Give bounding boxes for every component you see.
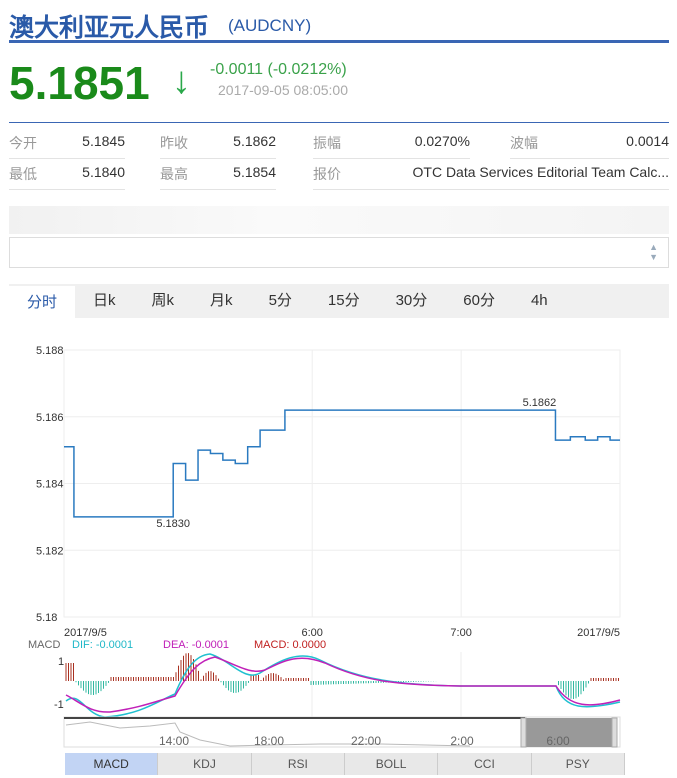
stat-value: 5.1840 (82, 164, 125, 180)
y-tick-label: 5.188 (36, 345, 64, 357)
title-divider (9, 40, 669, 43)
indicator-tab[interactable]: RSI (251, 753, 345, 775)
macd-tick: -1 (54, 699, 64, 711)
tab-period[interactable]: 5分 (251, 284, 310, 318)
symbol-code: (AUDCNY) (228, 16, 312, 35)
annotation-label: 5.1830 (156, 518, 190, 530)
stat-label: 振幅 (313, 135, 341, 151)
stats-divider (9, 122, 669, 123)
info-box: ▲ ▼ (9, 237, 669, 268)
stat-value: OTC Data Services Editorial Team Calc... (412, 164, 670, 180)
navigator-tick: 18:00 (254, 734, 284, 748)
tab-period[interactable]: 周k (134, 284, 193, 318)
row-divider (510, 158, 669, 159)
navigator-handle-right[interactable] (611, 717, 618, 748)
x-tick-label: 7:00 (450, 627, 471, 639)
dea-line (65, 656, 621, 713)
tab-period[interactable]: 分时 (9, 284, 76, 318)
row-divider (313, 189, 669, 190)
macd-tick: 1 (58, 656, 64, 668)
row-divider (160, 189, 276, 190)
dif-value: DIF: -0.0001 (72, 639, 133, 651)
navigator-tick: 14:00 (159, 734, 189, 748)
stat-label: 报价 (313, 166, 341, 182)
navigator-tick: 6:00 (546, 734, 570, 748)
current-price: 5.1851 (9, 57, 150, 109)
macd-value: MACD: 0.0000 (254, 639, 326, 651)
dea-value: DEA: -0.0001 (163, 639, 229, 651)
y-tick-label: 5.182 (36, 545, 64, 557)
navigator-tick: 22:00 (351, 734, 381, 748)
stat-label: 今开 (9, 135, 37, 151)
tab-period[interactable]: 月k (192, 284, 251, 318)
row-divider (9, 189, 125, 190)
indicator-tab[interactable]: CCI (438, 753, 532, 775)
stat-value: 5.1862 (233, 133, 276, 149)
period-tabs: 分时 日k 周k 月k 5分 15分 30分 60分 4h (9, 284, 669, 318)
indicator-tab[interactable]: MACD (65, 753, 159, 775)
navigator-handle-left[interactable] (520, 717, 527, 748)
stat-value: 5.1845 (82, 133, 125, 149)
stat-label: 最高 (160, 166, 188, 182)
indicator-tabs: MACD KDJ RSI BOLL CCI PSY (65, 753, 625, 775)
annotation-label: 5.1862 (523, 397, 557, 409)
y-tick-label: 5.186 (36, 412, 64, 424)
tab-period[interactable]: 15分 (310, 284, 378, 318)
arrow-down-icon: ↓ (172, 60, 191, 102)
indicator-tab[interactable]: KDJ (158, 753, 252, 775)
tab-period[interactable]: 日k (75, 284, 134, 318)
stat-label: 最低 (9, 166, 37, 182)
x-tick-label: 6:00 (302, 627, 323, 639)
stat-value: 0.0270% (414, 133, 470, 149)
navigator-tick: 2:00 (450, 734, 474, 748)
x-tick-label: 2017/9/5 (64, 627, 107, 639)
x-tick-label: 2017/9/5 (577, 627, 620, 639)
ad-banner (9, 206, 669, 234)
indicator-tab[interactable]: BOLL (344, 753, 439, 775)
scroll-arrows-icon[interactable]: ▲ ▼ (649, 242, 658, 262)
indicator-tab[interactable]: PSY (531, 753, 625, 775)
tab-period[interactable]: 4h (513, 284, 566, 318)
stat-label: 昨收 (160, 135, 188, 151)
row-divider (313, 158, 470, 159)
tab-period[interactable]: 30分 (378, 284, 446, 318)
stat-value: 0.0014 (626, 133, 669, 149)
chart-area: 5.188 5.186 5.184 5.182 5.18 2017/9/5 6:00 7:00… (28, 345, 621, 748)
macd-label: MACD (28, 639, 60, 651)
stat-value: 5.1854 (233, 164, 276, 180)
y-tick-label: 5.18 (36, 612, 57, 624)
tab-period[interactable]: 60分 (445, 284, 513, 318)
page-title: 澳大利亚元人民币 (9, 14, 210, 42)
row-divider (9, 158, 125, 159)
row-divider (160, 158, 276, 159)
y-tick-label: 5.184 (36, 479, 64, 491)
price-change: -0.0011 (-0.0212%) (210, 61, 347, 78)
quote-timestamp: 2017-09-05 08:05:00 (218, 82, 348, 98)
stat-label: 波幅 (510, 135, 538, 151)
price-line (64, 409, 620, 518)
